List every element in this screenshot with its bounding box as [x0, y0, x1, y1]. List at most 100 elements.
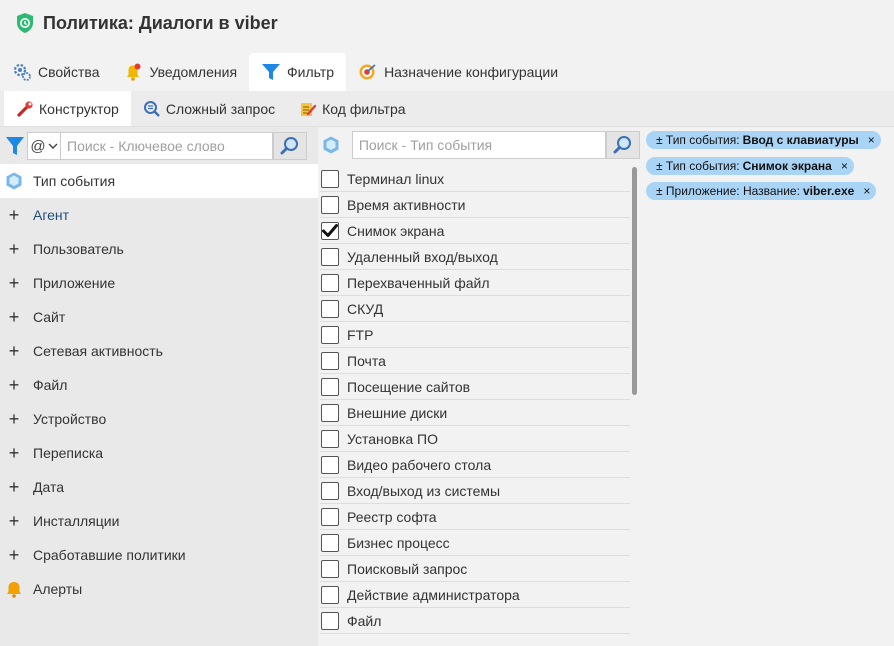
category-device[interactable]: + Устройство: [0, 402, 318, 436]
expand-icon: +: [8, 476, 20, 497]
checkbox[interactable]: [321, 481, 339, 500]
checkbox[interactable]: [321, 403, 339, 422]
event-type-row[interactable]: Действие администратора: [320, 582, 630, 608]
category-triggered-policies[interactable]: + Сработавшие политики: [0, 538, 318, 572]
category-agent[interactable]: + Агент: [0, 198, 318, 232]
category-user[interactable]: + Пользователь: [0, 232, 318, 266]
tab-filter-code[interactable]: Код фильтра: [287, 91, 417, 126]
tab-notifications[interactable]: Уведомления: [111, 53, 249, 91]
chevron-down-icon: [48, 143, 58, 149]
checkbox[interactable]: [321, 169, 339, 188]
active-filters-panel: ± Тип события: Ввод с клавиатуры × ± Тип со…: [640, 127, 894, 646]
checkbox[interactable]: [321, 195, 339, 214]
event-type-label: Удаленный вход/выход: [347, 248, 498, 265]
event-type-row[interactable]: Поисковый запрос: [320, 556, 630, 582]
bell-icon: [1, 579, 27, 599]
expand-icon: +: [8, 544, 20, 565]
keyword-search-button[interactable]: [273, 132, 307, 160]
operator-select[interactable]: @: [27, 132, 61, 160]
keyword-search-bar: @: [0, 129, 318, 163]
event-type-label: Время активности: [347, 196, 466, 213]
checkbox[interactable]: [321, 221, 339, 240]
tab-configuration-assignment[interactable]: Назначение конфигурации: [346, 53, 570, 91]
close-icon[interactable]: ×: [863, 184, 870, 198]
event-type-row[interactable]: Время активности: [320, 192, 630, 218]
category-alerts[interactable]: Алерты: [0, 572, 318, 606]
filter-chip[interactable]: ± Приложение: Название: viber.exe ×: [646, 182, 877, 200]
event-type-row[interactable]: Реестр софта: [320, 504, 630, 530]
event-type-row[interactable]: Бизнес процесс: [320, 530, 630, 556]
checkbox[interactable]: [321, 455, 339, 474]
event-type-label: Вход/выход из системы: [347, 482, 501, 499]
tab-filter[interactable]: Фильтр: [249, 53, 347, 91]
event-type-row[interactable]: Внешние диски: [320, 400, 630, 426]
category-date[interactable]: + Дата: [0, 470, 318, 504]
category-event-type[interactable]: Тип события: [0, 164, 318, 198]
event-type-label: Снимок экрана: [347, 222, 445, 239]
subtab-label: Конструктор: [39, 100, 119, 117]
expand-icon: +: [8, 204, 20, 225]
event-type-row[interactable]: Посещение сайтов: [320, 374, 630, 400]
expand-icon: +: [8, 238, 20, 259]
subtab-label: Сложный запрос: [165, 100, 276, 117]
close-icon[interactable]: ×: [868, 133, 875, 147]
tab-constructor[interactable]: Конструктор: [4, 91, 131, 126]
event-type-row[interactable]: FTP: [320, 322, 630, 348]
checkbox[interactable]: [321, 559, 339, 578]
category-label: Файл: [33, 377, 68, 393]
event-type-search-button[interactable]: [606, 131, 640, 159]
expand-icon: +: [8, 340, 20, 361]
event-type-search-input[interactable]: [351, 131, 607, 159]
checkbox[interactable]: [321, 585, 339, 604]
close-icon[interactable]: ×: [841, 159, 848, 173]
event-type-row[interactable]: Снимок экрана: [320, 218, 630, 244]
checkmark-icon: [322, 223, 338, 237]
event-type-row[interactable]: Установка ПО: [320, 426, 630, 452]
event-type-search-bar: [318, 130, 640, 160]
event-type-row[interactable]: Файл: [320, 608, 630, 634]
window-title: Политика: Диалоги в viber: [43, 12, 278, 33]
event-type-label: Почта: [347, 352, 386, 369]
title-bar: Политика: Диалоги в viber: [0, 0, 894, 46]
category-network-activity[interactable]: + Сетевая активность: [0, 334, 318, 368]
category-label: Сработавшие политики: [33, 547, 186, 563]
category-label: Устройство: [33, 411, 107, 427]
checkbox[interactable]: [321, 247, 339, 266]
category-correspondence[interactable]: + Переписка: [0, 436, 318, 470]
checkbox[interactable]: [321, 351, 339, 370]
event-type-row[interactable]: СКУД: [320, 296, 630, 322]
category-installations[interactable]: + Инсталляции: [0, 504, 318, 538]
checkbox[interactable]: [321, 611, 339, 630]
tab-complex-query[interactable]: Сложный запрос: [131, 91, 287, 126]
checkbox[interactable]: [321, 299, 339, 318]
scrollbar[interactable]: [632, 167, 637, 395]
event-type-row[interactable]: Видео рабочего стола: [320, 452, 630, 478]
keyword-search-input[interactable]: [61, 132, 273, 160]
checkbox[interactable]: [321, 273, 339, 292]
filter-chip[interactable]: ± Тип события: Ввод с клавиатуры ×: [646, 131, 881, 149]
chip-prefix: ± Приложение: Название:: [656, 184, 800, 198]
event-type-row[interactable]: Почта: [320, 348, 630, 374]
checkbox[interactable]: [321, 507, 339, 526]
category-label: Приложение: [33, 275, 116, 291]
category-panel: @ Тип события + Агент: [0, 127, 318, 646]
event-type-row[interactable]: Удаленный вход/выход: [320, 244, 630, 270]
tab-properties[interactable]: Свойства: [0, 53, 111, 91]
checkbox[interactable]: [321, 325, 339, 344]
category-label: Сетевая активность: [33, 343, 163, 359]
chip-prefix: ± Тип события:: [656, 133, 740, 147]
filter-chip[interactable]: ± Тип события: Снимок экрана ×: [646, 157, 854, 175]
event-type-row[interactable]: Перехваченный файл: [320, 270, 630, 296]
category-label: Тип события: [33, 173, 116, 189]
event-type-row[interactable]: Терминал linux: [320, 166, 630, 192]
expand-icon: +: [8, 510, 20, 531]
event-type-row[interactable]: Вход/выход из системы: [320, 478, 630, 504]
category-application[interactable]: + Приложение: [0, 266, 318, 300]
funnel-icon[interactable]: [3, 131, 27, 161]
event-type-label: Перехваченный файл: [347, 274, 490, 291]
checkbox[interactable]: [321, 533, 339, 552]
category-site[interactable]: + Сайт: [0, 300, 318, 334]
category-file[interactable]: + Файл: [0, 368, 318, 402]
checkbox[interactable]: [321, 429, 339, 448]
checkbox[interactable]: [321, 377, 339, 396]
